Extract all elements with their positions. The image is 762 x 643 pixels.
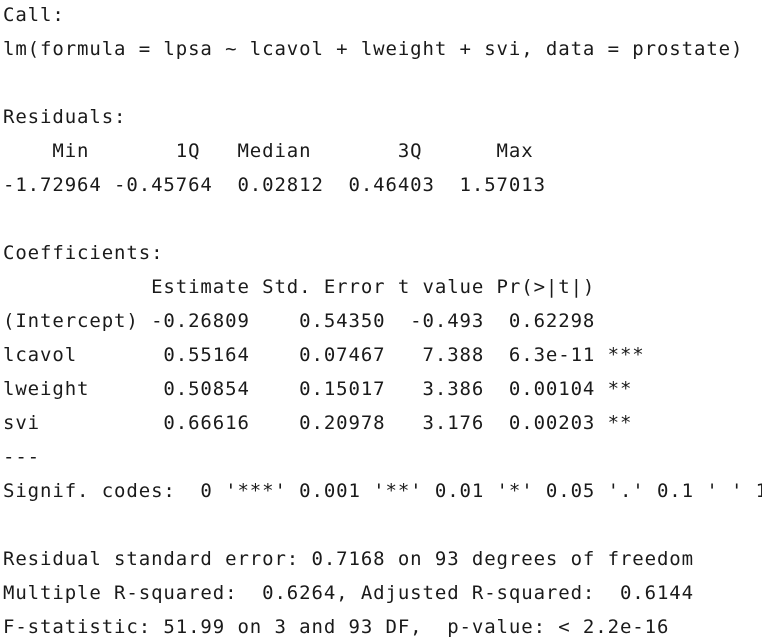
residuals-header-row: Min 1Q Median 3Q Max — [3, 140, 534, 162]
separator-line: --- — [3, 446, 41, 468]
r-console-output: Call: lm(formula = lpsa ~ lcavol + lweig… — [0, 0, 762, 643]
coefficients-header-row: Estimate Std. Error t value Pr(>|t|) — [3, 276, 596, 298]
residuals-values-row: -1.72964 -0.45764 0.02812 0.46403 1.5701… — [3, 174, 546, 196]
residuals-heading: Residuals: — [3, 106, 127, 128]
coefficient-row-lcavol: lcavol 0.55164 0.07467 7.388 6.3e-11 *** — [3, 344, 645, 366]
coefficient-row-intercept: (Intercept) -0.26809 0.54350 -0.493 0.62… — [3, 310, 596, 332]
f-statistic-line: F-statistic: 51.99 on 3 and 93 DF, p-val… — [3, 616, 670, 638]
signif-codes-line: Signif. codes: 0 '***' 0.001 '**' 0.01 '… — [3, 480, 762, 502]
coefficient-row-lweight: lweight 0.50854 0.15017 3.386 0.00104 ** — [3, 378, 633, 400]
call-formula: lm(formula = lpsa ~ lcavol + lweight + s… — [3, 38, 744, 60]
residual-standard-error: Residual standard error: 0.7168 on 93 de… — [3, 548, 694, 570]
coefficient-row-svi: svi 0.66616 0.20978 3.176 0.00203 ** — [3, 412, 633, 434]
r-squared-line: Multiple R-squared: 0.6264, Adjusted R-s… — [3, 582, 694, 604]
call-heading: Call: — [3, 4, 65, 26]
coefficients-heading: Coefficients: — [3, 242, 164, 264]
